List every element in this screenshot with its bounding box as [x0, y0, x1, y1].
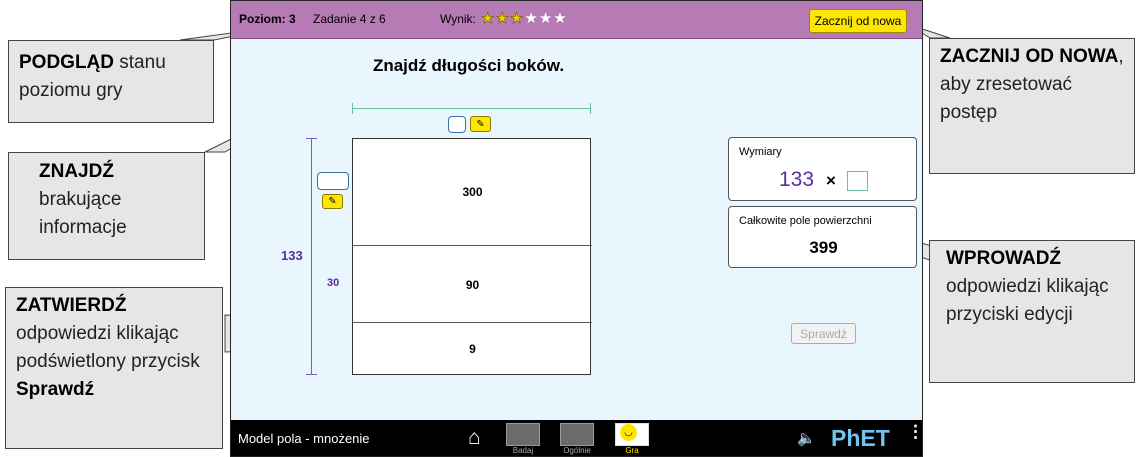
task-heading: Znajdź długości boków. — [372, 56, 565, 75]
total-area-value: 399 — [809, 238, 838, 257]
callout-enter-bold: WPROWADŹ — [946, 248, 1062, 269]
task-indicator: Zadanie 4 z 6 — [313, 12, 386, 26]
navigation-bar: Model pola - mnożenie ⌂ Badaj Ogólnie ◡ … — [231, 420, 922, 456]
callout-find-bold: ZNAJDŹ — [39, 161, 114, 182]
callout-submit-bold: ZATWIERDŹ — [16, 295, 127, 316]
dimensions-panel: Wymiary 133 × — [728, 137, 917, 201]
width-input[interactable] — [448, 116, 466, 133]
callout-submit: ZATWIERDŹ odpowiedzi klikając podświetlo… — [5, 287, 223, 449]
nav-explore-icon[interactable] — [506, 423, 540, 446]
sim-title: Model pola - mnożenie — [238, 431, 370, 446]
area-model-grid: 300 90 9 — [352, 138, 592, 375]
row-divider — [353, 322, 592, 323]
score-label: Wynik: — [440, 12, 476, 26]
total-area-title: Całkowite pole powierzchni — [739, 215, 872, 227]
callout-restart: ZACZNIJ OD NOWA, aby zresetować postęp — [929, 38, 1135, 174]
sound-icon[interactable]: 🔈 — [797, 429, 816, 447]
restart-button[interactable]: Zacznij od nowa — [809, 9, 907, 33]
height-total-label: 133 — [281, 248, 303, 263]
callout-submit-text: odpowiedzi klikając podświetlony przycis… — [16, 323, 200, 373]
width-guide-line — [352, 108, 591, 109]
width-guide-tick — [352, 103, 353, 114]
cell-value: 9 — [469, 342, 476, 356]
dimension-value: 133 — [779, 168, 815, 191]
width-guide-tick — [590, 103, 591, 114]
simulation-frame: Poziom: 3 Zadanie 4 z 6 Wynik: ★★★★★★ Za… — [230, 0, 923, 457]
height-guide-tick — [306, 374, 317, 375]
cell-value: 90 — [465, 278, 480, 292]
row-height-label: 30 — [327, 277, 340, 289]
row-height-input[interactable] — [317, 172, 349, 190]
nav-game-label: Gra — [625, 446, 639, 455]
home-icon[interactable]: ⌂ — [468, 427, 481, 449]
star-icon: ★ — [495, 10, 510, 28]
menu-icon[interactable]: ⋮ — [907, 423, 922, 440]
edit-pencil-icon[interactable]: ✎ — [470, 116, 491, 132]
star-icon: ★ — [481, 10, 496, 28]
nav-explore-label: Badaj — [512, 446, 534, 455]
nav-generic-label: Ogólnie — [563, 446, 591, 455]
callout-restart-bold: ZACZNIJ OD NOWA — [940, 46, 1119, 67]
callout-submit-tail: Sprawdź — [16, 379, 95, 401]
star-icon: ★ — [553, 10, 568, 27]
smiley-icon: ◡ — [620, 424, 637, 441]
star-icon: ★ — [538, 10, 554, 27]
height-guide-line — [311, 138, 312, 375]
total-area-panel: Całkowite pole powierzchni 399 — [728, 206, 917, 268]
star-icon: ★ — [509, 10, 525, 28]
nav-generic-icon[interactable] — [560, 423, 594, 446]
times-sign: × — [826, 171, 836, 190]
callout-find: ZNAJDŹ brakujące informacje — [8, 152, 205, 260]
callout-enter: WPROWADŹ odpowiedzi klikając przyciski e… — [929, 240, 1135, 383]
callout-enter-text: odpowiedzi klikając przyciski edycji — [946, 276, 1109, 326]
row-divider — [353, 245, 592, 246]
check-button[interactable]: Sprawdź — [791, 323, 856, 344]
dimension-answer-box — [847, 171, 868, 191]
dimensions-title: Wymiary — [739, 146, 782, 158]
height-guide-tick — [306, 138, 317, 139]
nav-game-icon[interactable]: ◡ — [615, 423, 649, 446]
cell-value: 300 — [462, 185, 483, 199]
score-stars: ★★★★★★ — [481, 9, 568, 28]
callout-preview-bold: PODGLĄD — [19, 52, 114, 73]
star-icon: ★ — [524, 10, 539, 27]
game-status-bar: Poziom: 3 Zadanie 4 z 6 Wynik: ★★★★★★ Za… — [231, 1, 922, 39]
level-indicator: Poziom: 3 — [239, 12, 296, 26]
edit-pencil-icon[interactable]: ✎ — [322, 194, 343, 209]
phet-logo: PhET — [831, 425, 890, 451]
callout-preview: PODGLĄD stanu poziomu gry — [8, 40, 214, 123]
callout-find-text: brakujące informacje — [39, 189, 127, 239]
